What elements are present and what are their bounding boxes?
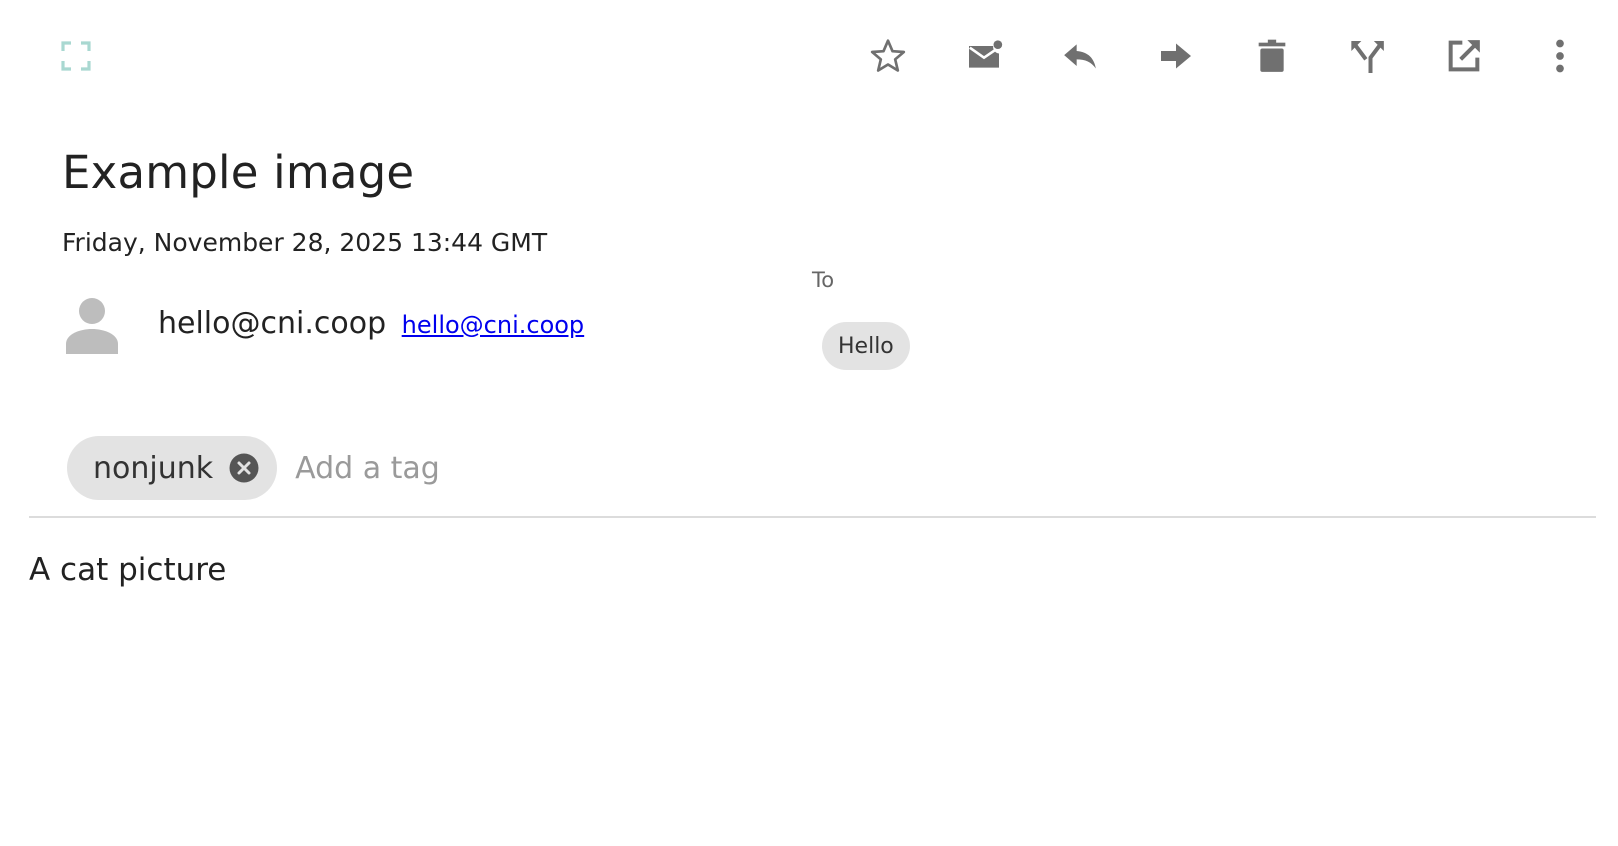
person-icon	[66, 298, 118, 354]
split-thread-button[interactable]	[1342, 30, 1394, 82]
split-thread-icon	[1351, 41, 1384, 73]
add-tag-input[interactable]	[295, 450, 596, 486]
more-options-button[interactable]	[1534, 30, 1586, 82]
message-subject: Example image	[62, 146, 415, 199]
delete-button[interactable]	[1246, 30, 1298, 82]
tags-row: nonjunk	[67, 436, 596, 500]
star-button[interactable]	[862, 30, 914, 82]
tag-chip[interactable]: nonjunk	[67, 436, 278, 500]
sender-avatar	[62, 296, 122, 356]
message-date: Friday, November 28, 2025 13:44 GMT	[62, 228, 548, 257]
open-external-icon	[1448, 40, 1480, 72]
fullscreen-icon	[61, 41, 91, 71]
more-vertical-icon	[1556, 39, 1564, 73]
remove-tag-button[interactable]	[229, 453, 259, 483]
open-external-button[interactable]	[1438, 30, 1490, 82]
message-toolbar	[862, 30, 1586, 82]
to-label: To	[812, 268, 835, 292]
header-divider	[29, 516, 1596, 518]
recipient-chip[interactable]: Hello	[822, 322, 910, 370]
fullscreen-button[interactable]	[58, 38, 94, 74]
email-viewer: Example image Friday, November 28, 2025 …	[0, 0, 1618, 846]
sender-email-link[interactable]: hello@cni.coop	[402, 311, 585, 339]
sender-name: hello@cni.coop	[158, 306, 387, 341]
sender: hello@cni.coop hello@cni.coop	[158, 306, 584, 341]
mark-unread-button[interactable]	[958, 30, 1010, 82]
message-body: A cat picture	[29, 552, 227, 588]
star-outline-icon	[870, 39, 906, 72]
tag-label: nonjunk	[93, 450, 214, 486]
reply-icon	[1064, 44, 1096, 69]
forward-button[interactable]	[1150, 30, 1202, 82]
trash-icon	[1258, 39, 1286, 72]
close-circle-icon	[229, 453, 259, 483]
mark-unread-icon	[969, 40, 1003, 68]
forward-icon	[1161, 43, 1191, 69]
reply-button[interactable]	[1054, 30, 1106, 82]
